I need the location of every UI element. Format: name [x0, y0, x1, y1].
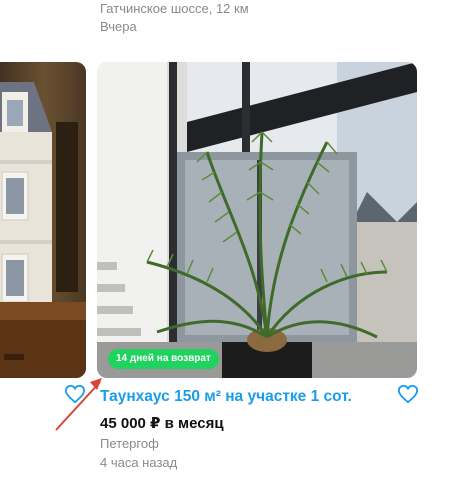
listing-image-dollhouse[interactable]: [0, 62, 86, 378]
listing-price: 45 000 ₽ в месяц: [100, 415, 224, 432]
favorite-heart-icon[interactable]: [397, 384, 419, 404]
listing-time: 4 часа назад: [100, 455, 178, 470]
prev-listing-location: Гатчинское шоссе, 12 км: [100, 1, 249, 16]
dollhouse-illustration: [0, 82, 86, 378]
return-policy-badge: 14 дней на возврат: [108, 349, 219, 369]
listing-grid: Гатчинское шоссе, 12 км Вчера 14 дней на…: [0, 0, 455, 496]
annotation-arrow-icon: [55, 378, 102, 431]
listing-location: Петергоф: [100, 436, 159, 451]
prev-listing-meta: Гатчинское шоссе, 12 км Вчера: [100, 0, 249, 36]
prev-listing-time: Вчера: [100, 19, 137, 34]
townhouse-photo-illustration: [97, 62, 417, 378]
listing-title-link[interactable]: Таунхаус 150 м² на участке 1 сот.: [100, 388, 352, 406]
listing-image-townhouse[interactable]: [97, 62, 417, 378]
